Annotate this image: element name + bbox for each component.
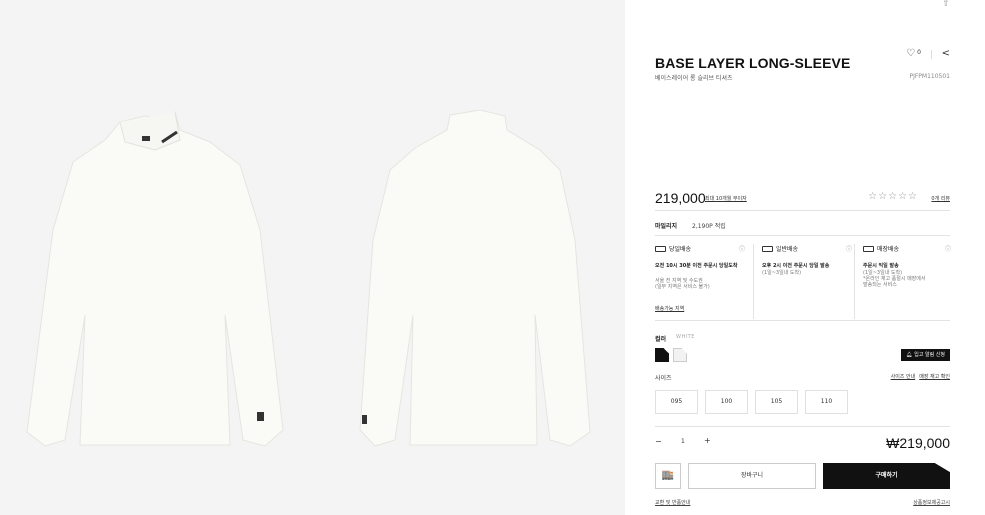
size-links: 사이즈 안내 매장 재고 확인 [887, 373, 950, 380]
rating-stars: ☆☆☆☆☆ [868, 191, 918, 202]
product-info-panel: BASE LAYER LONG-SLEEVE 베이스레이어 롱 슬리브 티셔츠 … [640, 33, 965, 515]
product-subtitle: 베이스레이어 롱 슬리브 티셔츠 [655, 75, 733, 82]
divider [655, 320, 950, 321]
mileage-value: 2,190P 적립 [692, 223, 726, 230]
restock-label: 입고 알림 신청 [914, 352, 945, 358]
delivery-area-link[interactable]: 배송가능 지역 [655, 305, 684, 312]
divider [655, 426, 950, 427]
product-title: BASE LAYER LONG-SLEEVE [655, 55, 851, 71]
share-icon[interactable]: < [942, 48, 950, 59]
divider [931, 50, 932, 59]
store-icon [863, 246, 874, 252]
buy-now-button[interactable]: 구매하기 [823, 463, 950, 489]
info-icon[interactable]: ⓘ [945, 244, 951, 253]
size-option[interactable]: 105 [755, 390, 798, 414]
divider [655, 210, 950, 211]
wish-count: 0 [917, 49, 921, 56]
heart-icon: ♡ [906, 48, 916, 59]
product-image-back[interactable] [355, 110, 595, 450]
delivery-desc: (1일~3일내 도착) [762, 270, 802, 276]
quantity-decrease-button[interactable]: − [655, 437, 665, 446]
size-label: 사이즈 [655, 375, 672, 382]
delivery-name: 매장배송 [877, 246, 900, 253]
restock-alert-button[interactable]: 🔔︎ 입고 알림 신청 [901, 349, 950, 361]
product-image-gallery [0, 0, 625, 515]
product-price: 219,000 [655, 190, 706, 206]
size-option[interactable]: 110 [805, 390, 848, 414]
scroll-top-icon[interactable]: ⇧ [939, 0, 953, 20]
product-image-front[interactable] [25, 110, 320, 450]
delivery-option-standard: 일반배송 ⓘ 오후 2시 이전 주문시 당일 발송 (1일~3일내 도착) [753, 244, 852, 319]
add-to-cart-button[interactable]: 장바구니 [688, 463, 816, 489]
mileage-label: 마일리지 [655, 223, 678, 230]
delivery-desc: 서울 전 지역 및 수도권 (일부 지역은 서비스 불가) [655, 278, 710, 290]
color-swatch-white[interactable] [673, 348, 687, 362]
total-price: ₩219,000 [886, 435, 950, 451]
installment-link[interactable]: 최대 10개월 무이자 [705, 195, 747, 202]
product-info-notice-link[interactable]: 상품정보제공고시 [913, 499, 950, 506]
info-icon[interactable]: ⓘ [739, 244, 745, 253]
product-code: PJFPM110501 [909, 73, 950, 80]
color-swatch-black[interactable] [655, 348, 669, 362]
store-pickup-button[interactable]: 🏬 [655, 463, 681, 489]
divider [655, 235, 950, 236]
delivery-title: 오전 10시 30분 이전 주문시 당일도착 [655, 263, 738, 269]
size-guide-link[interactable]: 사이즈 안내 [891, 374, 916, 380]
color-value: WHITE [676, 334, 695, 340]
quantity-increase-button[interactable]: + [704, 436, 714, 445]
quantity-value[interactable]: 1 [681, 438, 685, 445]
store-icon: 🏬 [661, 470, 675, 481]
truck-icon [762, 246, 773, 252]
delivery-title: 오후 2시 이전 주문시 당일 발송 [762, 263, 830, 269]
info-icon[interactable]: ⓘ [846, 244, 852, 253]
wishlist-button[interactable]: ♡ 0 [906, 48, 921, 59]
truck-icon [655, 246, 666, 252]
delivery-option-store: 매장배송 ⓘ 주문시 익일 발송 (1일~3일내 도착) *온라인 재고 품절시 … [854, 244, 951, 319]
size-option[interactable]: 100 [705, 390, 748, 414]
store-stock-link[interactable]: 매장 재고 확인 [919, 374, 950, 380]
delivery-name: 일반배송 [776, 246, 799, 253]
delivery-name: 당일배송 [669, 246, 692, 253]
color-label: 컬러 [655, 336, 667, 343]
size-option[interactable]: 095 [655, 390, 698, 414]
delivery-desc: (1일~3일내 도착) *온라인 재고 품절시 매장에서 발송되는 서비스 [863, 270, 926, 288]
review-count-link[interactable]: 0개 리뷰 [931, 195, 950, 202]
delivery-title: 주문시 익일 발송 [863, 263, 899, 269]
exchange-return-link[interactable]: 교환 및 반품안내 [655, 499, 690, 506]
